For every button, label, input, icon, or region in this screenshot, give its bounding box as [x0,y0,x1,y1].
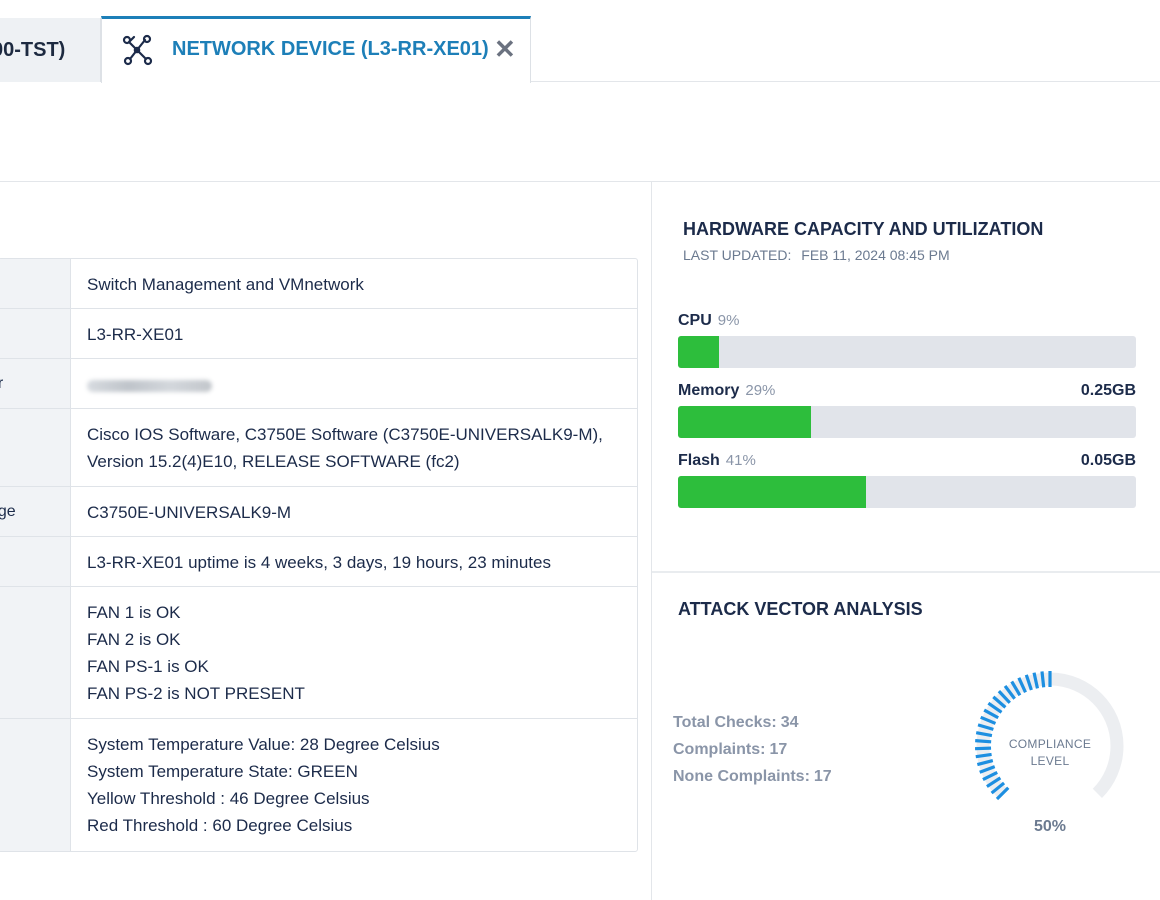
complaints-count: Complaints: 17 [673,741,788,758]
table-row: FAN 1 is OK FAN 2 is OK FAN PS-1 is OK F… [0,587,637,719]
value-line: C3750E-UNIVERSALK9-M [87,503,292,522]
tab-previous-label: 00-TST) [0,38,66,61]
row-value: Cisco IOS Software, C3750E Software (C37… [71,409,637,486]
row-value: L3-RR-XE01 uptime is 4 weeks, 3 days, 19… [71,537,637,586]
table-row: System Temperature Value: 28 Degree Cels… [0,719,637,851]
row-key [0,537,71,586]
value-line: Cisco IOS Software, C3750E Software (C37… [87,425,603,444]
flash-label: Flash 41% [678,452,756,469]
memory-usage-fill [678,406,811,438]
row-key [0,587,71,718]
gauge-tick [1040,671,1046,688]
gauge-label: COMPLIANCE LEVEL [1008,737,1092,768]
memory-label: Memory 29% [678,382,776,399]
table-row: L3-RR-XE01 [0,309,637,359]
value-line: FAN 2 is OK [87,630,181,649]
none-complaints-count: None Complaints: 17 [673,768,832,785]
row-key: age [0,487,71,536]
value-line: L3-RR-XE01 uptime is 4 weeks, 3 days, 19… [87,553,551,572]
content-divider [0,181,1160,182]
row-value: L3-RR-XE01 [71,309,637,358]
tab-bar: 00-TST) NETWORK DEVICE (L3-RR-XE01) ✕ [0,0,1160,83]
last-updated: LAST UPDATED: FEB 11, 2024 08:45 PM [683,247,950,263]
table-row: age C3750E-UNIVERSALK9-M [0,487,637,537]
tab-previous-device[interactable]: 00-TST) [0,18,101,82]
value-line: FAN 1 is OK [87,603,181,622]
table-row: er [0,359,637,409]
value-line: System Temperature Value: 28 Degree Cels… [87,735,440,754]
row-value: Switch Management and VMnetwork [71,259,637,308]
row-key [0,409,71,486]
flash-size: 0.05GB [1080,452,1136,469]
cpu-percent: 9% [717,312,740,329]
value-line: L3-RR-XE01 [87,325,184,344]
row-key [0,259,71,308]
memory-percent: 29% [745,382,776,399]
value-line: Red Threshold : 60 Degree Celsius [87,816,353,835]
redacted-value [87,379,212,392]
value-line: FAN PS-2 is NOT PRESENT [87,684,305,703]
last-updated-label: LAST UPDATED: [683,247,792,263]
close-icon[interactable]: ✕ [494,34,516,65]
value-line: Switch Management and VMnetwork [87,275,364,294]
row-value: FAN 1 is OK FAN 2 is OK FAN PS-1 is OK F… [71,587,637,718]
cpu-usage-fill [678,336,720,368]
cpu-label: CPU 9% [678,312,740,329]
gauge-tick [974,746,992,751]
flash-usage-fill [678,476,866,508]
memory-size: 0.25GB [1080,382,1136,399]
row-key [0,309,71,358]
row-key [0,719,71,851]
row-value: C3750E-UNIVERSALK9-M [71,487,637,536]
table-row: Switch Management and VMnetwork [0,259,637,309]
table-row: L3-RR-XE01 uptime is 4 weeks, 3 days, 19… [0,537,637,587]
device-info-table: Switch Management and VMnetwork L3-RR-XE… [0,258,638,852]
value-line: Version 15.2(4)E10, RELEASE SOFTWARE (fc… [87,452,460,471]
memory-usage-bar [678,406,1136,438]
row-key: er [0,359,71,408]
table-row: Cisco IOS Software, C3750E Software (C37… [0,409,637,487]
flash-percent: 41% [725,452,756,469]
value-line: System Temperature State: GREEN [87,762,358,781]
last-updated-value: FEB 11, 2024 08:45 PM [801,247,950,263]
tab-network-device[interactable]: NETWORK DEVICE (L3-RR-XE01) ✕ [101,16,531,83]
total-checks: Total Checks: 34 [673,714,799,731]
gauge-percent: 50% [1033,818,1067,835]
tab-active-label: NETWORK DEVICE (L3-RR-XE01) [172,38,489,60]
flash-usage-bar [678,476,1136,508]
cpu-usage-bar [678,336,1136,368]
panel-divider [651,181,652,900]
row-value: System Temperature Value: 28 Degree Cels… [71,719,637,851]
gauge-tick [975,739,992,744]
attack-vector-title: ATTACK VECTOR ANALYSIS [678,599,923,619]
row-value [71,359,637,408]
value-line: Yellow Threshold : 46 Degree Celsius [87,789,370,808]
network-topology-icon [122,34,153,66]
right-panel-divider [652,571,1160,573]
value-line: FAN PS-1 is OK [87,657,209,676]
hardware-section-title: HARDWARE CAPACITY AND UTILIZATION [683,219,1044,239]
